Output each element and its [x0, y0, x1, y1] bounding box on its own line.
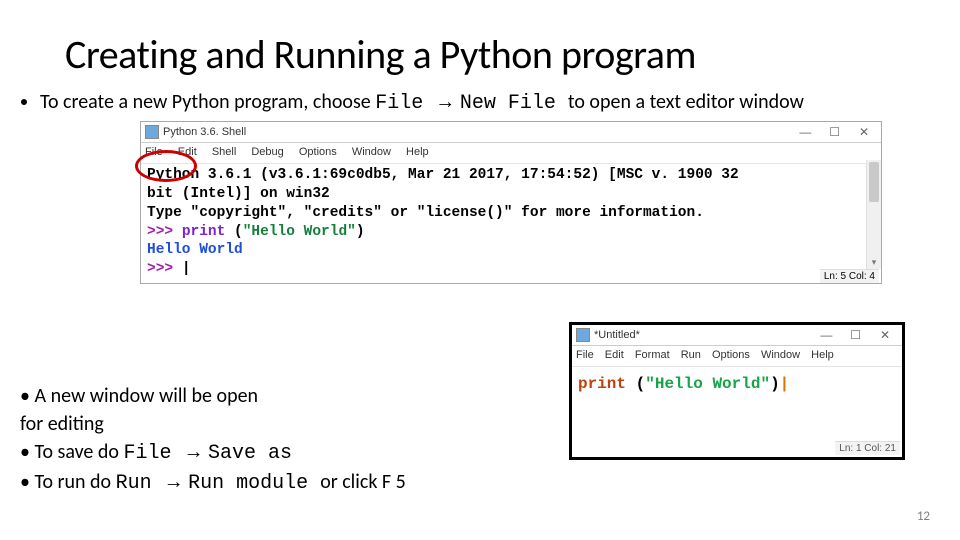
bullet-list-bottom: A new window will be open for editing To… [20, 380, 540, 498]
bullet-item: A new window will be open [20, 382, 540, 410]
menu-format[interactable]: Format [635, 349, 670, 361]
menu-run[interactable]: Run [681, 349, 701, 361]
idle-shell-window: Python 3.6. Shell — ☐ ✕ File Edit Shell … [140, 121, 882, 284]
close-icon[interactable]: ✕ [851, 122, 877, 142]
bullet-item: To save do File → Save as [20, 438, 540, 468]
shell-title-text: Python 3.6. Shell [163, 122, 246, 142]
scroll-thumb[interactable] [869, 162, 879, 202]
menu-options[interactable]: Options [712, 349, 750, 361]
maximize-icon[interactable]: ☐ [822, 122, 848, 142]
menu-debug[interactable]: Debug [251, 146, 283, 158]
highlight-oval [135, 150, 197, 182]
menu-file[interactable]: File [576, 349, 594, 361]
minimize-icon[interactable]: — [792, 122, 818, 142]
shell-statusbar: Ln: 5 Col: 4 [820, 269, 879, 283]
menu-window[interactable]: Window [761, 349, 800, 361]
menu-shell[interactable]: Shell [212, 146, 236, 158]
editor-title-text: *Untitled* [594, 325, 640, 345]
menu-edit[interactable]: Edit [605, 349, 624, 361]
close-icon[interactable]: ✕ [872, 325, 898, 345]
menu-help[interactable]: Help [406, 146, 429, 158]
maximize-icon[interactable]: ☐ [843, 325, 869, 345]
idle-editor-window: *Untitled* — ☐ ✕ File Edit Format Run Op… [569, 322, 905, 460]
menu-help[interactable]: Help [811, 349, 834, 361]
shell-content[interactable]: Python 3.6.1 (v3.6.1:69c0db5, Mar 21 201… [141, 164, 881, 283]
scroll-down-icon[interactable]: ▾ [867, 257, 881, 269]
python-icon [145, 125, 159, 139]
bullet-item: To run do Run → Run module or click F 5 [20, 468, 540, 498]
bullet-list-top: To create a new Python program, choose F… [20, 89, 940, 117]
bullet-item: To create a new Python program, choose F… [40, 89, 940, 117]
shell-scrollbar[interactable]: ▴ ▾ [866, 160, 881, 269]
page-number: 12 [917, 509, 930, 524]
shell-titlebar: Python 3.6. Shell — ☐ ✕ [141, 122, 881, 143]
slide-title: Creating and Running a Python program [65, 30, 940, 79]
editor-titlebar: *Untitled* — ☐ ✕ [572, 325, 902, 346]
menu-window[interactable]: Window [352, 146, 391, 158]
editor-statusbar: Ln: 1 Col: 21 [835, 441, 900, 455]
editor-menubar: File Edit Format Run Options Window Help [572, 346, 902, 367]
python-icon [576, 328, 590, 342]
shell-menubar: File Edit Shell Debug Options Window Hel… [141, 143, 881, 164]
bullet-item-continuation: for editing [20, 410, 540, 438]
menu-options[interactable]: Options [299, 146, 337, 158]
minimize-icon[interactable]: — [813, 325, 839, 345]
editor-content[interactable]: print ("Hello World")| [572, 367, 902, 397]
